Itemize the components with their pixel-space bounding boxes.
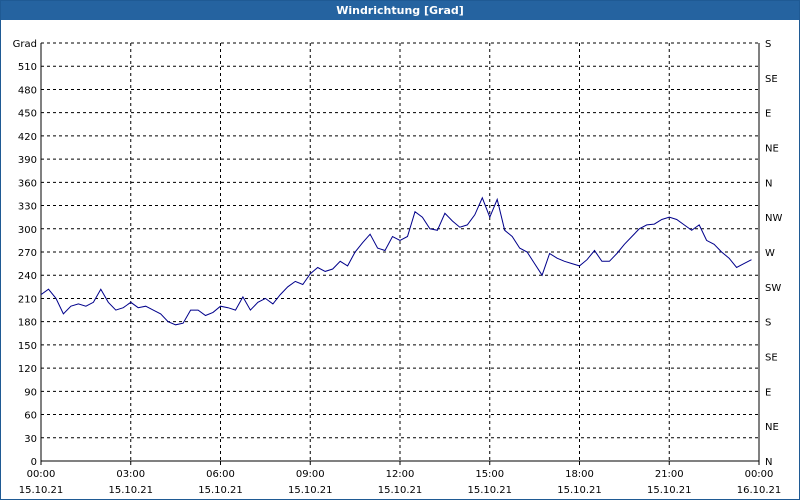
series: [40, 196, 752, 326]
right-axis-label: SE: [765, 353, 778, 364]
x-tick-date: 15.10.21: [19, 485, 64, 496]
chart-title: Windrichtung [Grad]: [1, 1, 799, 20]
axes: 0 30 60 90 120 150 180 210 240 270 300 330 360 390 420…: [13, 39, 783, 496]
x-tick-date: 16.10.21: [737, 485, 782, 496]
y-tick-label: 480: [18, 85, 37, 96]
right-axis-label: E: [765, 109, 771, 120]
right-axis-label: NE: [765, 422, 779, 433]
y-tick-label: 90: [24, 387, 37, 398]
right-axis-label: S: [765, 318, 771, 329]
y-tick-label: 420: [18, 132, 37, 143]
x-tick-date: 15.10.21: [647, 485, 692, 496]
y-tick-label: 150: [18, 341, 37, 352]
x-tick-date: 15.10.21: [467, 485, 512, 496]
y-tick-label: 210: [18, 294, 37, 305]
x-tick-time: 06:00: [206, 469, 235, 480]
y-tick-label: 270: [18, 248, 37, 259]
grid: [41, 42, 759, 461]
y-tick-label: 120: [18, 364, 37, 375]
y-tick-label: 180: [18, 318, 37, 329]
y-tick-label: 0: [31, 457, 37, 468]
y-tick-label: 30: [24, 434, 37, 445]
x-tick-time: 18:00: [565, 469, 594, 480]
right-axis-label: NE: [765, 144, 779, 155]
x-tick-date: 15.10.21: [108, 485, 153, 496]
x-tick-date: 15.10.21: [378, 485, 423, 496]
y-tick-label: 240: [18, 271, 37, 282]
y-tick-label: 300: [18, 225, 37, 236]
right-axis-label: N: [765, 457, 772, 468]
x-tick-time: 09:00: [296, 469, 325, 480]
right-axis-label: SE: [765, 74, 778, 85]
right-axis-label: N: [765, 178, 772, 189]
y-tick-label: 390: [18, 155, 37, 166]
right-axis-label: E: [765, 387, 771, 398]
x-tick-time: 00:00: [27, 469, 56, 480]
x-tick-date: 15.10.21: [557, 485, 602, 496]
x-tick-time: 03:00: [116, 469, 145, 480]
right-axis-label: NW: [765, 213, 782, 224]
chart-window: Windrichtung [Grad] 0 30 60 90 120 150 180 210 2…: [0, 0, 800, 500]
right-axis-label: S: [765, 39, 771, 50]
wind-direction-chart: 0 30 60 90 120 150 180 210 240 270 300 330 360 390 420…: [13, 39, 783, 496]
y-tick-label: 330: [18, 202, 37, 213]
x-tick-time: 21:00: [655, 469, 684, 480]
right-axis-label: SW: [765, 283, 781, 294]
x-tick-time: 00:00: [745, 469, 774, 480]
x-tick-date: 15.10.21: [198, 485, 243, 496]
y-tick-label: 510: [18, 62, 37, 73]
y-tick-label: 360: [18, 178, 37, 189]
x-tick-time: 15:00: [475, 469, 504, 480]
y-axis-label: Grad: [13, 39, 37, 50]
x-tick-date: 15.10.21: [288, 485, 333, 496]
y-tick-label: 60: [24, 411, 37, 422]
wind-direction-line: [40, 196, 752, 326]
y-tick-label: 450: [18, 109, 37, 120]
x-tick-time: 12:00: [386, 469, 415, 480]
right-axis-label: W: [765, 248, 775, 259]
